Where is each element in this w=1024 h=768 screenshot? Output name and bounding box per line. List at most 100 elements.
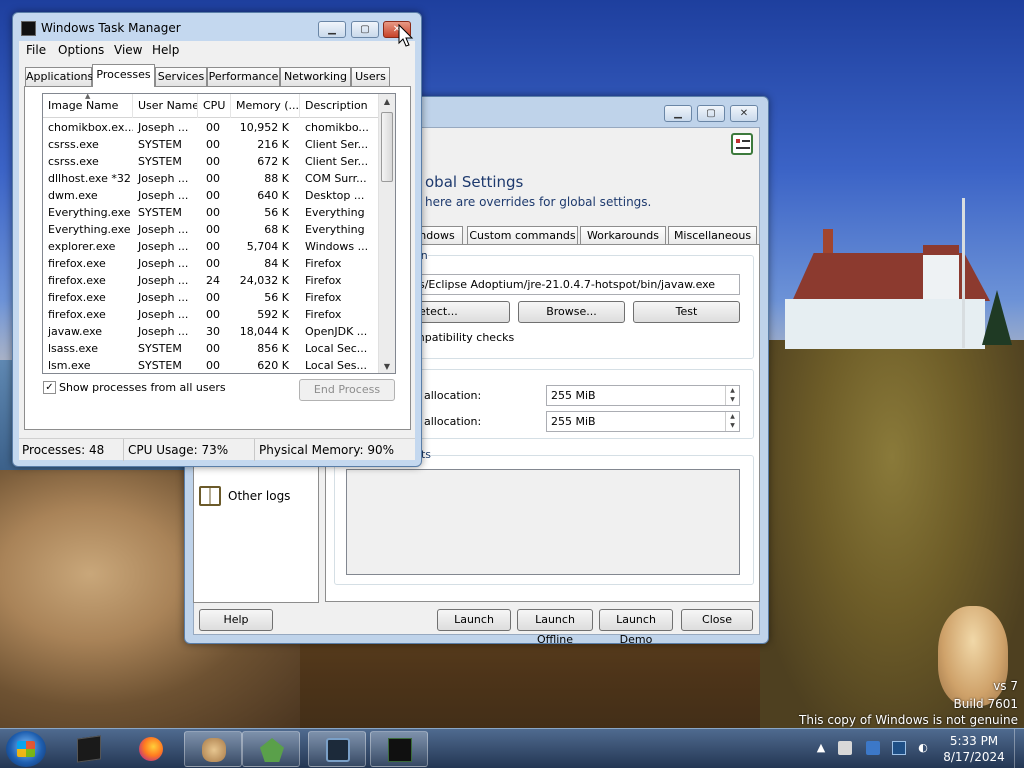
cell-description: Windows ... (305, 240, 369, 253)
maximize-button[interactable]: ▢ (351, 21, 379, 38)
help-button[interactable]: Help (199, 609, 273, 631)
process-row[interactable]: csrss.exe SYSTEM 00 216 K Client Ser... (43, 136, 379, 153)
maximize-button[interactable]: ▢ (697, 105, 725, 122)
sidebar-item-other-logs[interactable]: Other logs (228, 489, 290, 503)
cell-memory: 18,044 K (239, 325, 289, 338)
cell-memory: 5,704 K (246, 240, 289, 253)
tab-services[interactable]: Services (155, 67, 207, 86)
cell-user-name: Joseph ... (138, 325, 189, 338)
java-arguments-textarea[interactable] (346, 469, 740, 575)
menu-options[interactable]: Options (58, 43, 104, 57)
detect-button[interactable]: etect... (414, 301, 510, 323)
sort-arrow-icon: ▲ (85, 93, 91, 100)
tab-networking[interactable]: Networking (280, 67, 351, 86)
process-row[interactable]: chomikbox.ex... Joseph ... 00 10,952 K chomi… (43, 119, 379, 136)
taskbar-app-task-manager[interactable] (370, 731, 428, 767)
taskbar-app-firefox[interactable] (122, 731, 180, 767)
menu-file[interactable]: File (26, 43, 46, 57)
column-description[interactable]: Description (300, 94, 379, 118)
spinner-arrows-icon[interactable]: ▲ ▼ (725, 412, 739, 431)
compatibility-checks-label[interactable]: mpatibility checks (414, 331, 514, 344)
green-block-icon (260, 738, 284, 762)
cell-image-name: Everything.exe (48, 206, 131, 219)
tray-volume-icon[interactable]: ◐ (916, 741, 930, 755)
taskbar-app-launcher[interactable] (242, 731, 300, 767)
browse-button[interactable]: Browse... (518, 301, 625, 323)
cell-description: Local Ses... (305, 359, 367, 372)
tray-device-icon[interactable] (838, 741, 852, 755)
tab-applications[interactable]: Applications (25, 67, 93, 86)
show-all-processes-label[interactable]: Show processes from all users (59, 381, 226, 394)
cell-description: Firefox (305, 308, 342, 321)
cell-image-name: firefox.exe (48, 291, 106, 304)
process-list-scrollbar[interactable]: ▲ ▼ (378, 94, 395, 373)
tray-network-icon[interactable] (892, 741, 906, 755)
tab-performance[interactable]: Performance (207, 67, 280, 86)
cell-user-name: Joseph ... (138, 189, 189, 202)
tab-users[interactable]: Users (351, 67, 390, 86)
tab-custom-commands[interactable]: Custom commands (467, 226, 578, 245)
process-row[interactable]: firefox.exe Joseph ... 00 56 K Firefox (43, 289, 379, 306)
taskbar-app-screen[interactable] (308, 731, 366, 767)
launch-button[interactable]: Launch (437, 609, 511, 631)
tab-processes[interactable]: Processes (92, 64, 155, 87)
tab-workarounds[interactable]: Workarounds (580, 226, 666, 245)
process-row[interactable]: firefox.exe Joseph ... 00 84 K Firefox (43, 255, 379, 272)
menu-view[interactable]: View (114, 43, 142, 57)
java-path-field[interactable]: s/Eclipse Adoptium/jre-21.0.4.7-hotspot/… (414, 274, 740, 295)
cell-user-name: SYSTEM (138, 342, 182, 355)
show-all-processes-checkbox[interactable]: ✓ (43, 381, 56, 394)
task-manager-window[interactable]: Windows Task Manager ▁ ▢ ✕ File Options … (12, 12, 422, 467)
process-row[interactable]: javaw.exe Joseph ... 30 18,044 K OpenJDK ... (43, 323, 379, 340)
column-cpu[interactable]: CPU (198, 94, 231, 118)
process-row[interactable]: firefox.exe Joseph ... 24 24,032 K Firefox (43, 272, 379, 289)
min-allocation-spinner[interactable]: 255 MiB ▲ ▼ (546, 385, 740, 406)
process-row[interactable]: explorer.exe Joseph ... 00 5,704 K Windows .… (43, 238, 379, 255)
test-button[interactable]: Test (633, 301, 740, 323)
taskbar-app-console[interactable] (60, 731, 118, 767)
cell-image-name: dwm.exe (48, 189, 98, 202)
close-window-button[interactable]: ✕ (730, 105, 758, 122)
process-row[interactable]: dllhost.exe *32 Joseph ... 00 88 K COM Surr.… (43, 170, 379, 187)
show-desktop-button[interactable] (1014, 729, 1024, 768)
taskbar-app-hamster[interactable] (184, 731, 242, 767)
show-hidden-icons-arrow[interactable]: ▲ (814, 741, 828, 755)
cell-cpu: 24 (206, 274, 220, 287)
end-process-button[interactable]: End Process (299, 379, 395, 401)
process-row[interactable]: lsass.exe SYSTEM 00 856 K Local Sec... (43, 340, 379, 357)
menu-help[interactable]: Help (152, 43, 179, 57)
minimize-button[interactable]: ▁ (664, 105, 692, 122)
taskbar-clock[interactable]: 5:33 PM 8/17/2024 (930, 733, 1018, 765)
process-row[interactable]: Everything.exe SYSTEM 00 56 K Everything (43, 204, 379, 221)
taskbar: ▲ ◐ 5:33 PM 8/17/2024 (0, 728, 1024, 768)
process-list[interactable]: Image Name ▲ User Name CPU Memory (... D… (42, 93, 396, 374)
cell-image-name: explorer.exe (48, 240, 116, 253)
cell-description: Desktop ... (305, 189, 365, 202)
spinner-arrows-icon[interactable]: ▲ ▼ (725, 386, 739, 405)
launch-offline-button[interactable]: Launch Offline (517, 609, 593, 646)
cell-description: OpenJDK ... (305, 325, 368, 338)
process-row[interactable]: csrss.exe SYSTEM 00 672 K Client Ser... (43, 153, 379, 170)
cell-description: Firefox (305, 274, 342, 287)
scroll-down-icon[interactable]: ▼ (379, 359, 395, 373)
start-button[interactable] (6, 731, 46, 767)
column-memory[interactable]: Memory (... (231, 94, 300, 118)
cell-cpu: 00 (206, 172, 220, 185)
process-row[interactable]: Everything.exe Joseph ... 00 68 K Everything (43, 221, 379, 238)
minimize-button[interactable]: ▁ (318, 21, 346, 38)
scrollbar-thumb[interactable] (381, 112, 393, 182)
max-allocation-spinner[interactable]: 255 MiB ▲ ▼ (546, 411, 740, 432)
tab-miscellaneous[interactable]: Miscellaneous (668, 226, 757, 245)
process-row[interactable]: firefox.exe Joseph ... 00 592 K Firefox (43, 306, 379, 323)
tray-bluetooth-icon[interactable] (866, 741, 880, 755)
status-bar: Processes: 48 CPU Usage: 73% Physical Me… (19, 438, 415, 461)
close-button[interactable]: Close (681, 609, 753, 631)
scroll-up-icon[interactable]: ▲ (379, 94, 395, 110)
column-user-name[interactable]: User Name (133, 94, 198, 118)
launch-demo-button[interactable]: Launch Demo (599, 609, 673, 646)
process-row[interactable]: dwm.exe Joseph ... 00 640 K Desktop ... (43, 187, 379, 204)
cell-image-name: lsm.exe (48, 359, 91, 372)
cell-user-name: Joseph ... (138, 240, 189, 253)
watermark-genuine: This copy of Windows is not genuine (799, 713, 1018, 727)
process-row[interactable]: lsm.exe SYSTEM 00 620 K Local Ses... (43, 357, 379, 373)
